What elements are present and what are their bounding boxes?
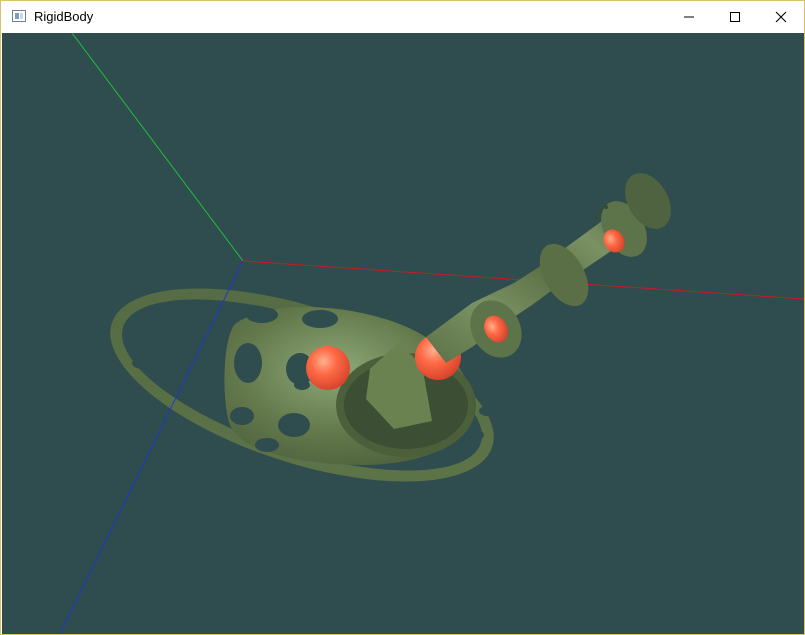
scene-canvas xyxy=(2,33,804,634)
app-window: RigidBody xyxy=(0,0,805,635)
maximize-icon xyxy=(730,12,740,22)
minimize-button[interactable] xyxy=(666,1,712,33)
3d-viewport[interactable] xyxy=(2,33,804,634)
maximize-button[interactable] xyxy=(712,1,758,33)
close-button[interactable] xyxy=(758,1,804,33)
red-sphere xyxy=(306,346,350,390)
close-icon xyxy=(775,11,787,23)
app-window-icon xyxy=(12,10,26,22)
title-bar[interactable]: RigidBody xyxy=(1,1,804,33)
window-title: RigidBody xyxy=(34,9,94,24)
minimize-icon xyxy=(684,16,694,18)
